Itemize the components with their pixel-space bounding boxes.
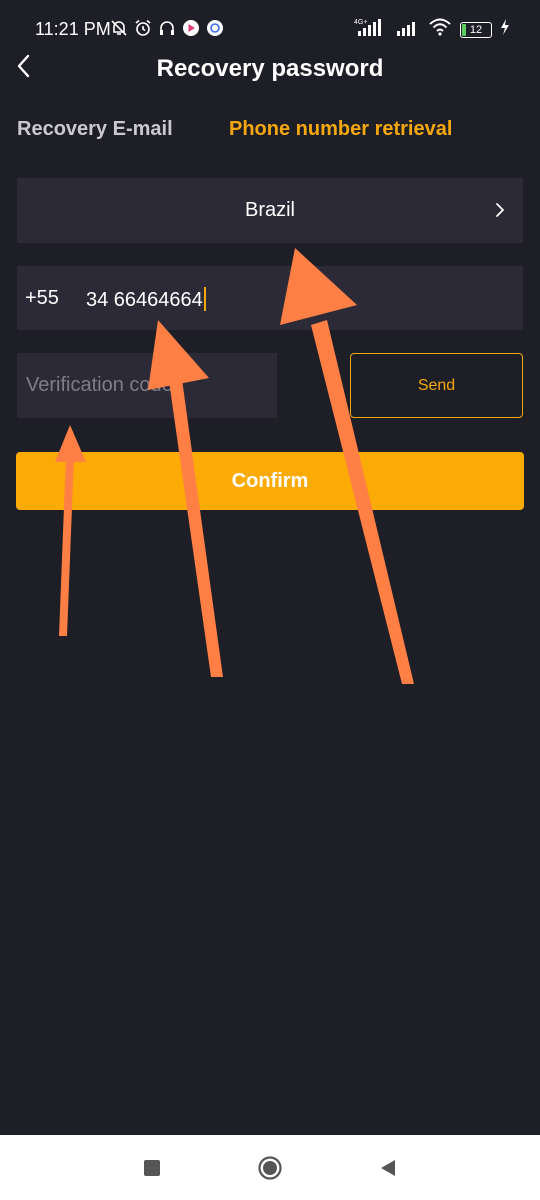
battery-level: 12 bbox=[469, 23, 483, 36]
country-selector[interactable]: Brazil bbox=[17, 178, 523, 243]
square-icon[interactable] bbox=[137, 1153, 167, 1183]
svg-text:4G+: 4G+ bbox=[354, 19, 367, 26]
tab-phone-number-retrieval[interactable]: Phone number retrieval bbox=[229, 118, 452, 141]
headphones-icon bbox=[158, 19, 176, 37]
signal-4g-icon: 4G+ bbox=[354, 17, 388, 42]
verification-code-input[interactable] bbox=[26, 367, 271, 403]
circle-icon[interactable] bbox=[255, 1153, 285, 1183]
phone-number-value: 34 66464664 bbox=[86, 289, 203, 311]
recovery-tabs: Recovery E-mail Phone number retrieval bbox=[0, 94, 540, 166]
phone-number-field: +55 34 66464664 bbox=[17, 266, 523, 330]
charging-bolt-icon bbox=[500, 19, 510, 40]
chevron-right-icon bbox=[491, 201, 509, 219]
country-name: Brazil bbox=[244, 199, 295, 221]
alarm-icon bbox=[134, 19, 152, 37]
dial-code: +55 bbox=[25, 287, 59, 309]
send-code-button[interactable]: Send bbox=[350, 353, 523, 418]
status-icons-right: 4G+ 12 bbox=[354, 17, 510, 42]
play-store-icon bbox=[182, 19, 200, 37]
app-notification-icon bbox=[206, 19, 224, 37]
status-time: 11:21 PM bbox=[35, 19, 111, 39]
confirm-button[interactable]: Confirm bbox=[16, 452, 524, 510]
status-icons-left bbox=[110, 19, 224, 37]
verification-code-field bbox=[17, 353, 277, 418]
triangle-left-icon[interactable] bbox=[373, 1153, 403, 1183]
app-header: Recovery password bbox=[0, 40, 540, 94]
signal-icon bbox=[396, 17, 420, 42]
system-navigation-bar bbox=[0, 1135, 540, 1200]
text-caret bbox=[203, 287, 206, 311]
tab-recovery-email[interactable]: Recovery E-mail bbox=[17, 118, 173, 141]
battery-icon: 12 bbox=[460, 21, 492, 38]
muted-bell-icon bbox=[110, 19, 128, 37]
phone-number-input[interactable]: 34 66464664 bbox=[86, 287, 206, 312]
page-title: Recovery password bbox=[156, 55, 384, 82]
wifi-icon bbox=[428, 17, 452, 42]
